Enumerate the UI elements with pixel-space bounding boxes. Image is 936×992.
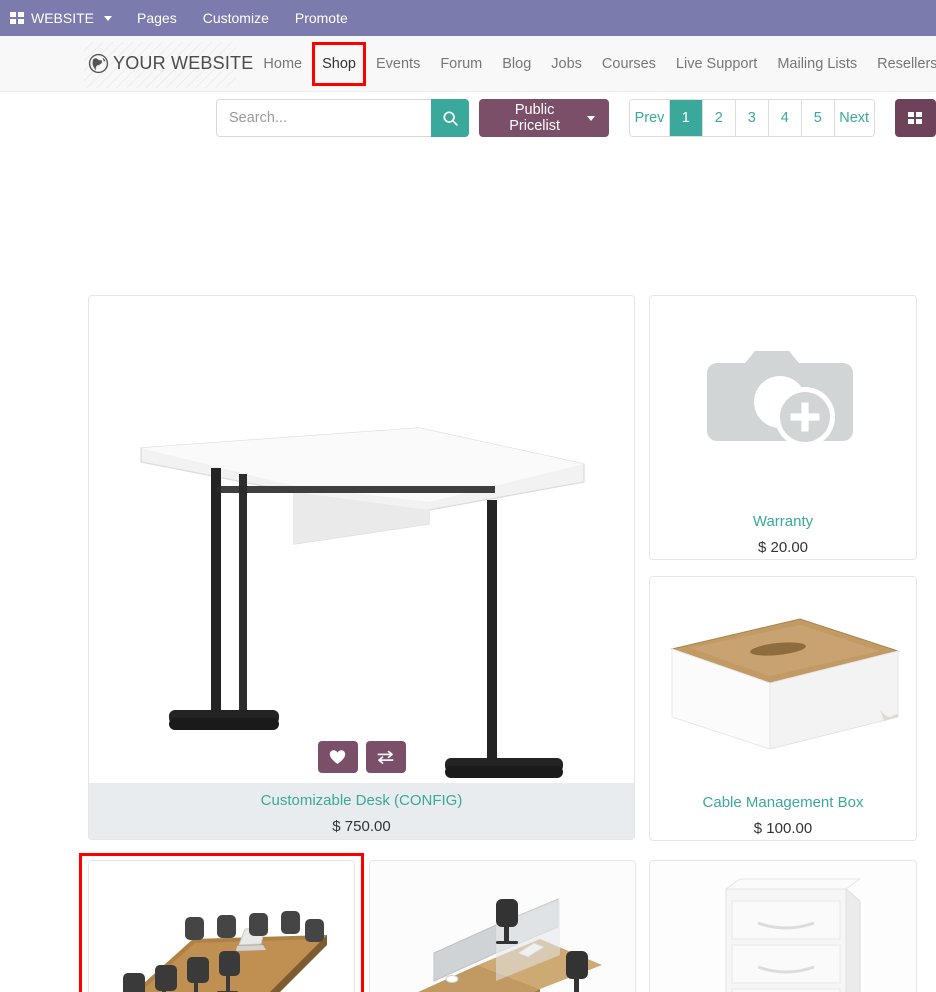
product-name[interactable]: Warranty: [654, 512, 912, 532]
product-name[interactable]: Cable Management Box: [654, 793, 912, 813]
product-image-large-meeting-table: [89, 861, 354, 992]
white-corner-desk-illustration: [89, 296, 634, 783]
camera-plus-placeholder-icon: [707, 351, 853, 447]
site-logo[interactable]: YOUR WEBSITE: [84, 42, 254, 88]
product-card-customizable-desk[interactable]: Customizable Desk (CONFIG) $ 750.00: [88, 295, 635, 840]
product-price: $ 100.00: [753, 820, 813, 837]
compare-icon: [377, 750, 394, 764]
nav-link-jobs[interactable]: Jobs: [541, 56, 592, 72]
product-price: $ 750.00: [332, 818, 391, 835]
nav-link-live-support[interactable]: Live Support: [666, 56, 767, 72]
admin-top-bar: WEBSITE Pages Customize Promote: [0, 0, 936, 36]
product-name[interactable]: Customizable Desk (CONFIG): [93, 791, 630, 811]
pagination-page-4[interactable]: 4: [768, 100, 802, 136]
pagination-prev[interactable]: Prev: [630, 100, 670, 136]
nav-link-events[interactable]: Events: [366, 56, 430, 72]
site-header: YOUR WEBSITE Home Shop Events Forum Blog…: [0, 36, 936, 92]
add-to-wishlist-button[interactable]: [317, 741, 358, 773]
compare-button[interactable]: [365, 741, 406, 773]
product-card-four-person-desk[interactable]: Four Person Desk $ 23,500.00: [369, 860, 636, 992]
product-card-warranty[interactable]: Warranty $ 20.00: [649, 295, 917, 560]
nav-link-home[interactable]: Home: [253, 56, 312, 72]
four-person-workstation-illustration: [370, 861, 635, 992]
search-button[interactable]: [431, 99, 469, 137]
search-group: [216, 99, 469, 137]
conference-table-illustration: [89, 861, 354, 992]
nav-link-blog[interactable]: Blog: [492, 56, 541, 72]
product-card-cable-management-box[interactable]: Cable Management Box $ 100.00: [649, 576, 917, 841]
pagination-page-3[interactable]: 3: [735, 100, 769, 136]
product-card-large-meeting-table[interactable]: Large Meeting Table $ 40,000.00: [88, 860, 355, 992]
pagination-page-5[interactable]: 5: [801, 100, 835, 136]
grid-apps-icon: [10, 12, 24, 24]
pagination-page-1[interactable]: 1: [669, 100, 703, 136]
search-input[interactable]: [216, 99, 431, 137]
shop-toolbar: Public Pricelist Prev 1 2 3 4 5 Next: [0, 92, 936, 144]
product-image-cable-management-box: [650, 577, 916, 785]
search-icon: [442, 110, 458, 126]
product-actions-customizable-desk: [317, 741, 406, 773]
pricelist-label: Public Pricelist: [509, 102, 560, 134]
admin-brand-label: WEBSITE: [31, 10, 95, 26]
product-price: $ 20.00: [757, 539, 809, 556]
white-drawer-pedestal-illustration: [650, 861, 916, 992]
chevron-down-icon: [104, 15, 113, 21]
admin-menu-promote[interactable]: Promote: [282, 10, 361, 26]
grid-view-icon: [908, 112, 923, 124]
product-image-drawer: [650, 861, 916, 992]
product-image-customizable-desk: [89, 296, 634, 783]
nav-link-courses[interactable]: Courses: [592, 56, 666, 72]
pagination-page-2[interactable]: 2: [702, 100, 736, 136]
admin-menu-pages[interactable]: Pages: [124, 10, 190, 26]
nav-link-resellers[interactable]: Resellers: [867, 56, 936, 72]
site-logo-text: YOUR WEBSITE: [113, 53, 254, 73]
heart-icon: [329, 750, 346, 764]
chevron-down-icon: [587, 115, 596, 121]
product-caption-warranty: Warranty $ 20.00: [650, 504, 916, 559]
product-caption-cable-management-box: Cable Management Box $ 100.00: [650, 785, 916, 840]
site-nav: Home Shop Events Forum Blog Jobs Courses…: [253, 41, 936, 86]
admin-menu-customize[interactable]: Customize: [190, 10, 282, 26]
white-box-cork-lid-illustration: [650, 577, 916, 785]
grid-layout-button[interactable]: [894, 99, 936, 137]
product-caption-customizable-desk: Customizable Desk (CONFIG) $ 750.00: [89, 783, 634, 839]
globe-icon: [88, 53, 109, 74]
nav-link-shop[interactable]: Shop: [312, 41, 366, 86]
pagination-next[interactable]: Next: [834, 100, 874, 136]
nav-link-mailing-lists[interactable]: Mailing Lists: [767, 56, 867, 72]
pricelist-dropdown-button[interactable]: Public Pricelist: [479, 99, 610, 137]
product-image-four-person-desk: [370, 861, 635, 992]
product-image-warranty: [650, 296, 916, 504]
admin-website-menu[interactable]: WEBSITE: [8, 10, 124, 26]
pagination: Prev 1 2 3 4 5 Next: [629, 99, 875, 137]
nav-link-forum[interactable]: Forum: [430, 56, 492, 72]
product-card-drawer[interactable]: Drawer $ 3,645.00: [649, 860, 917, 992]
